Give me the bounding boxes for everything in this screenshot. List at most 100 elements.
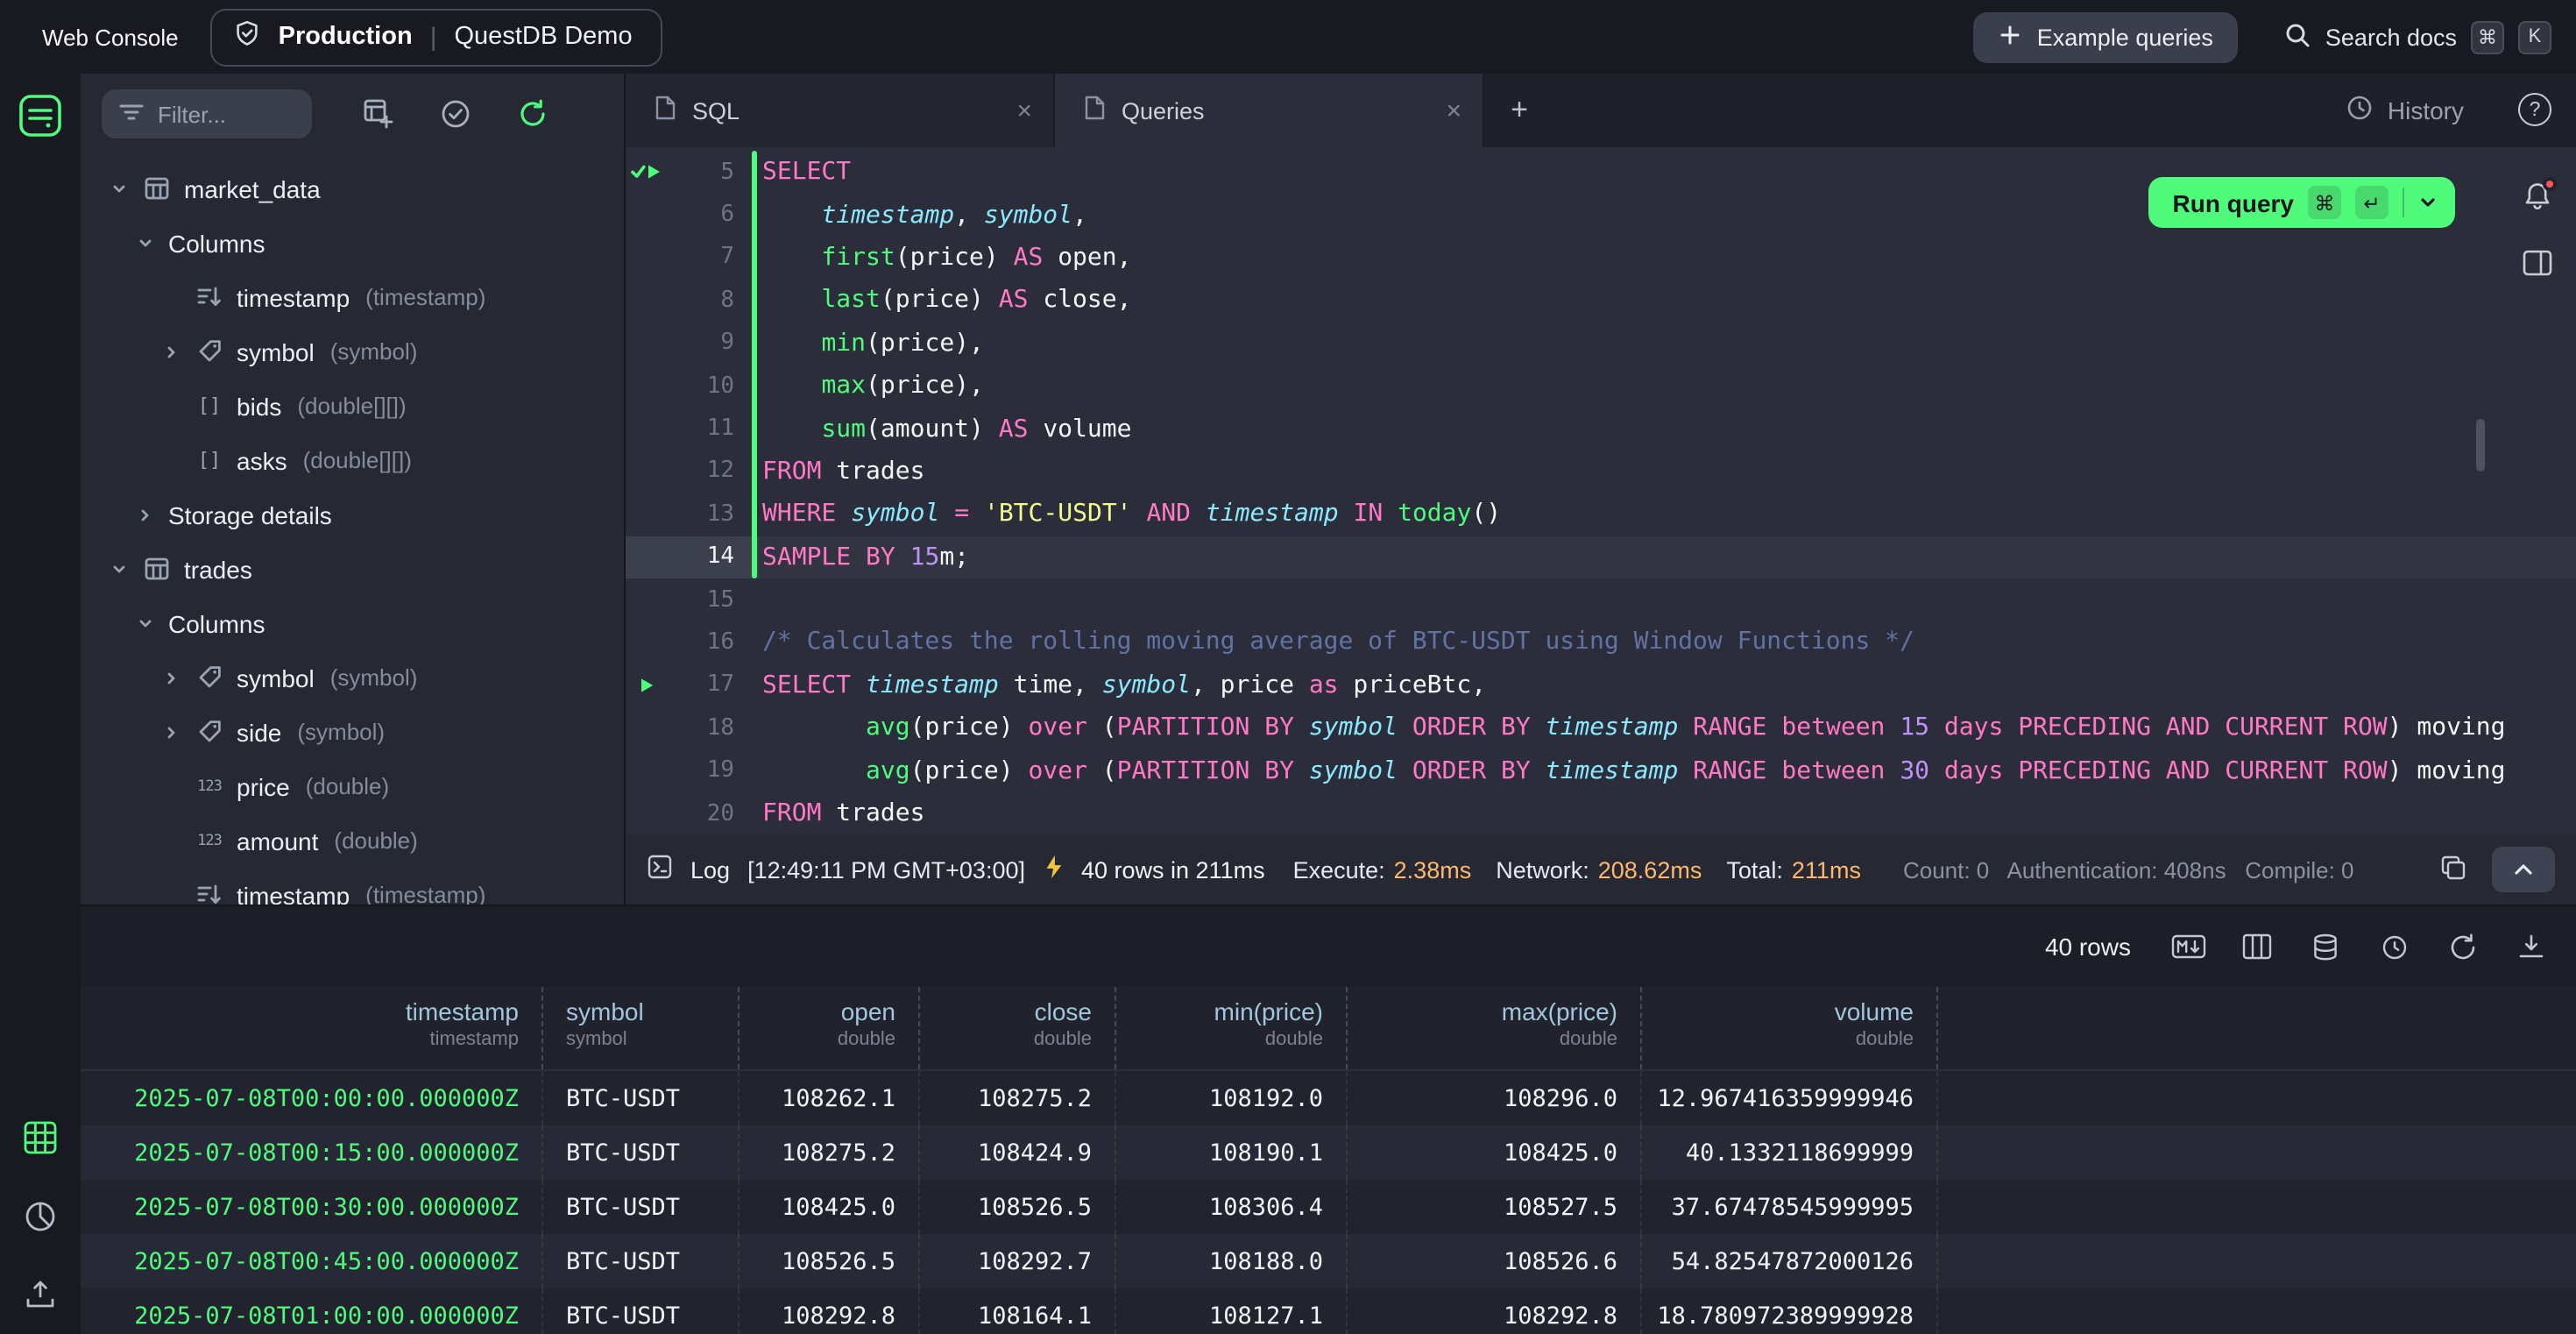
- cell-max-price-[interactable]: 108292.8: [1348, 1288, 1642, 1334]
- filter-input[interactable]: Filter...: [102, 89, 312, 138]
- refresh-schema-icon[interactable]: [515, 96, 550, 131]
- tab-sql[interactable]: SQL×: [626, 74, 1055, 147]
- cell-max-price-[interactable]: 108526.6: [1348, 1234, 1642, 1288]
- cell-open[interactable]: 108275.2: [740, 1125, 920, 1180]
- cell-timestamp[interactable]: 2025-07-08T00:45:00.000000Z: [81, 1234, 543, 1288]
- run-query-button[interactable]: Run query ⌘ ↵: [2148, 177, 2455, 228]
- cell-close[interactable]: 108292.7: [920, 1234, 1116, 1288]
- tables-grid-icon[interactable]: [23, 1120, 58, 1164]
- questdb-logo-icon[interactable]: [18, 93, 63, 147]
- table-row[interactable]: 2025-07-08T00:15:00.000000ZBTC-USDT10827…: [81, 1125, 2576, 1180]
- tree-item-price[interactable]: 123price(double): [81, 759, 624, 813]
- tree-item-columns[interactable]: Columns: [81, 596, 624, 650]
- cell-min-price-[interactable]: 108127.1: [1116, 1288, 1348, 1334]
- refresh-results-icon[interactable]: [2445, 929, 2480, 964]
- cell-volume[interactable]: 18.780972389999928: [1642, 1288, 1938, 1334]
- dataset-export-icon[interactable]: [2308, 929, 2343, 964]
- cell-timestamp[interactable]: 2025-07-08T00:15:00.000000Z: [81, 1125, 543, 1180]
- chevron-down-icon[interactable]: [135, 234, 156, 252]
- select-check-icon[interactable]: [438, 96, 473, 131]
- chevron-down-icon[interactable]: [109, 180, 130, 197]
- chevron-down-icon[interactable]: [2418, 193, 2438, 212]
- notifications-bell-icon[interactable]: [2522, 181, 2553, 223]
- cell-symbol[interactable]: BTC-USDT: [543, 1180, 740, 1234]
- cell-max-price-[interactable]: 108527.5: [1348, 1180, 1642, 1234]
- history-button[interactable]: History: [2346, 74, 2464, 147]
- column-header-max-price-[interactable]: max(price)double: [1348, 987, 1642, 1069]
- chevron-right-icon[interactable]: [161, 343, 182, 360]
- tree-item-storage-details[interactable]: Storage details: [81, 487, 624, 542]
- column-header-close[interactable]: closedouble: [920, 987, 1116, 1069]
- collapse-log-button[interactable]: [2492, 847, 2555, 892]
- editor-scrollbar[interactable]: [2476, 419, 2485, 472]
- chevron-right-icon[interactable]: [135, 506, 156, 523]
- cell-volume[interactable]: 54.82547872000126: [1642, 1234, 1938, 1288]
- chevron-down-icon[interactable]: [109, 560, 130, 578]
- tree-item-amount[interactable]: 123amount(double): [81, 813, 624, 868]
- cell-min-price-[interactable]: 108190.1: [1116, 1125, 1348, 1180]
- cell-timestamp[interactable]: 2025-07-08T00:00:00.000000Z: [81, 1071, 543, 1125]
- query-history-icon[interactable]: [2376, 929, 2411, 964]
- column-header-open[interactable]: opendouble: [740, 987, 920, 1069]
- cell-symbol[interactable]: BTC-USDT: [543, 1125, 740, 1180]
- cell-min-price-[interactable]: 108188.0: [1116, 1234, 1348, 1288]
- tree-item-columns[interactable]: Columns: [81, 216, 624, 270]
- close-icon[interactable]: ×: [1016, 96, 1032, 125]
- column-header-volume[interactable]: volumedouble: [1642, 987, 1938, 1069]
- column-header-min-price-[interactable]: min(price)double: [1116, 987, 1348, 1069]
- run-query-play-icon[interactable]: [626, 675, 668, 696]
- example-queries-button[interactable]: Example queries: [1974, 11, 2238, 62]
- table-row[interactable]: 2025-07-08T00:45:00.000000ZBTC-USDT10852…: [81, 1234, 2576, 1288]
- chevron-down-icon[interactable]: [135, 614, 156, 632]
- chevron-right-icon[interactable]: [161, 723, 182, 741]
- cell-volume[interactable]: 37.67478545999995: [1642, 1180, 1938, 1234]
- metrics-pie-icon[interactable]: [23, 1199, 58, 1243]
- grid-columns-icon[interactable]: [2240, 929, 2275, 964]
- cell-volume[interactable]: 40.1332118699999: [1642, 1125, 1938, 1180]
- cell-timestamp[interactable]: 2025-07-08T00:30:00.000000Z: [81, 1180, 543, 1234]
- tab-queries[interactable]: Queries×: [1055, 74, 1484, 147]
- tree-item-side[interactable]: side(symbol): [81, 705, 624, 759]
- download-csv-icon[interactable]: [2513, 929, 2548, 964]
- column-header-symbol[interactable]: symbolsymbol: [543, 987, 740, 1069]
- cell-symbol[interactable]: BTC-USDT: [543, 1288, 740, 1334]
- side-panel-icon[interactable]: [2522, 249, 2553, 286]
- tree-item-symbol[interactable]: symbol(symbol): [81, 650, 624, 705]
- cell-close[interactable]: 108424.9: [920, 1125, 1116, 1180]
- help-button[interactable]: ?: [2518, 93, 2551, 126]
- table-row[interactable]: 2025-07-08T00:00:00.000000ZBTC-USDT10826…: [81, 1071, 2576, 1125]
- copy-icon[interactable]: [2439, 853, 2467, 886]
- cell-min-price-[interactable]: 108306.4: [1116, 1180, 1348, 1234]
- tree-item-timestamp[interactable]: timestamp(timestamp): [81, 868, 624, 905]
- cell-max-price-[interactable]: 108296.0: [1348, 1071, 1642, 1125]
- cell-volume[interactable]: 12.967416359999946: [1642, 1071, 1938, 1125]
- close-icon[interactable]: ×: [1446, 96, 1461, 125]
- instance-badge[interactable]: Production | QuestDB Demo: [210, 8, 662, 66]
- run-query-check-icon[interactable]: [626, 161, 668, 182]
- cell-close[interactable]: 108275.2: [920, 1071, 1116, 1125]
- markdown-export-icon[interactable]: [2171, 929, 2206, 964]
- cell-timestamp[interactable]: 2025-07-08T01:00:00.000000Z: [81, 1288, 543, 1334]
- cell-symbol[interactable]: BTC-USDT: [543, 1234, 740, 1288]
- tree-item-symbol[interactable]: symbol(symbol): [81, 324, 624, 379]
- table-row[interactable]: 2025-07-08T00:30:00.000000ZBTC-USDT10842…: [81, 1180, 2576, 1234]
- cell-symbol[interactable]: BTC-USDT: [543, 1071, 740, 1125]
- new-tab-button[interactable]: +: [1484, 74, 1554, 147]
- tree-item-bids[interactable]: []bids(double[][]): [81, 379, 624, 433]
- tree-item-asks[interactable]: []asks(double[][]): [81, 433, 624, 487]
- chevron-right-icon[interactable]: [161, 669, 182, 686]
- cell-close[interactable]: 108526.5: [920, 1180, 1116, 1234]
- cell-close[interactable]: 108164.1: [920, 1288, 1116, 1334]
- column-header-timestamp[interactable]: timestamptimestamp: [81, 987, 543, 1069]
- tree-item-timestamp[interactable]: timestamp(timestamp): [81, 270, 624, 324]
- cell-open[interactable]: 108425.0: [740, 1180, 920, 1234]
- tree-item-trades[interactable]: trades: [81, 542, 624, 596]
- search-docs-button[interactable]: Search docs ⌘ K: [2283, 20, 2551, 53]
- code-editor[interactable]: 5SELECT6 timestamp, symbol,7 first(price…: [626, 147, 2576, 834]
- tree-item-market-data[interactable]: market_data: [81, 161, 624, 216]
- add-table-icon[interactable]: [361, 96, 396, 131]
- cell-open[interactable]: 108292.8: [740, 1288, 920, 1334]
- table-row[interactable]: 2025-07-08T01:00:00.000000ZBTC-USDT10829…: [81, 1288, 2576, 1334]
- cell-open[interactable]: 108526.5: [740, 1234, 920, 1288]
- cell-open[interactable]: 108262.1: [740, 1071, 920, 1125]
